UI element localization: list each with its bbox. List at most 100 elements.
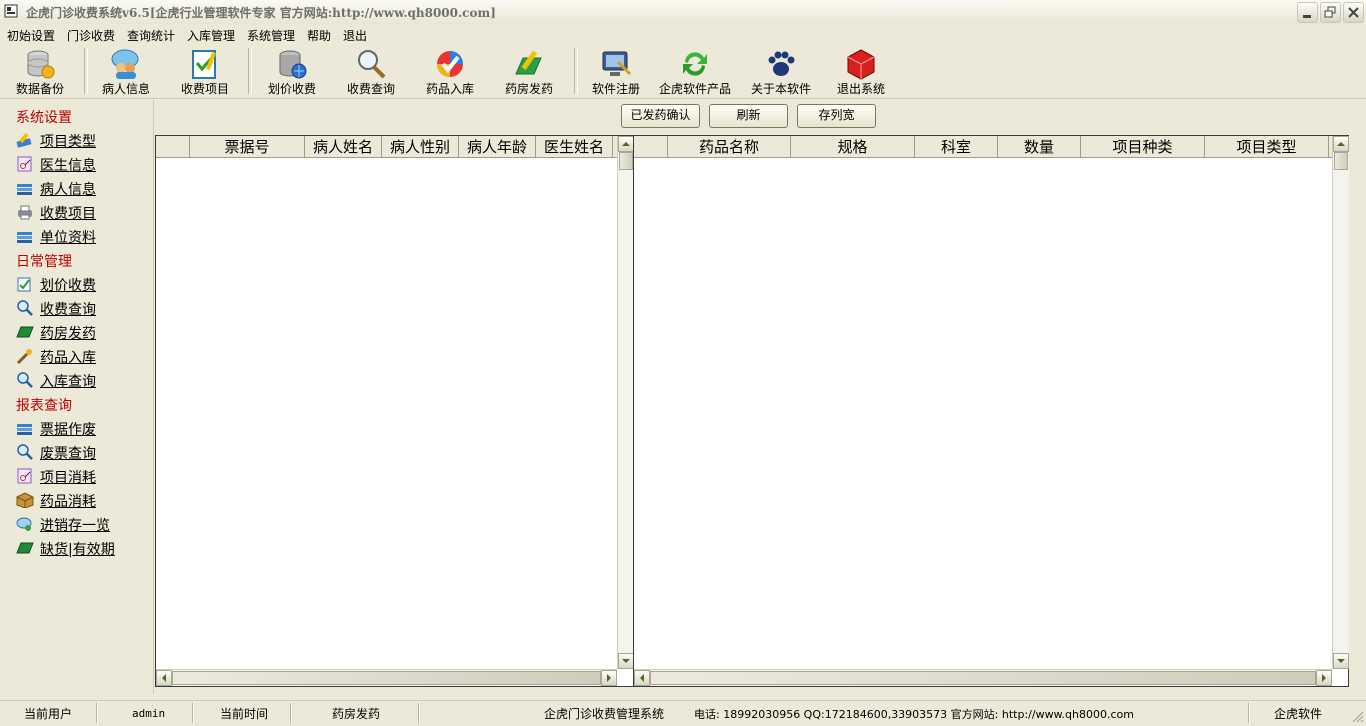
scroll-up-icon[interactable] — [1333, 136, 1349, 152]
sidebar-item-label: 药品入库 — [40, 350, 96, 366]
status-user-label: 当前用户 — [24, 707, 73, 721]
status-separator — [418, 703, 420, 723]
column-patient-name[interactable]: 病人姓名 — [305, 136, 382, 157]
save-column-width-button[interactable]: 存列宽 — [797, 104, 876, 128]
toolbar-register-button[interactable]: 软件注册 — [578, 46, 654, 96]
scroll-right-icon[interactable] — [1316, 670, 1332, 686]
column-item-type[interactable]: 项目类型 — [1205, 136, 1329, 157]
scroll-right-icon[interactable] — [601, 670, 617, 686]
scroll-thumb[interactable] — [619, 152, 633, 170]
minimize-button[interactable] — [1297, 2, 1318, 23]
sidebar-item-label: 废票查询 — [40, 446, 96, 462]
toolbar: 数据备份 病人信息 收费项目 划价收费 收费查询 药品入库 药房发药 软件注册 … — [0, 44, 1366, 99]
horizontal-scrollbar[interactable] — [156, 669, 617, 686]
sidebar-item-label: 项目消耗 — [40, 470, 96, 486]
horizontal-scrollbar[interactable] — [634, 669, 1332, 686]
clipboard-icon — [17, 277, 31, 292]
vertical-scrollbar[interactable] — [1332, 136, 1349, 669]
status-module: 药房发药 — [332, 707, 381, 721]
toolbar-pricing-button[interactable]: 划价收费 — [254, 46, 330, 96]
refresh-icon — [683, 52, 707, 76]
toolbar-charge-query-button[interactable]: 收费查询 — [333, 46, 409, 96]
sidebar-item-label: 入库查询 — [40, 374, 96, 390]
column-patient-gender[interactable]: 病人性别 — [382, 136, 459, 157]
menu-system[interactable]: 系统管理 — [247, 27, 295, 44]
table-header: 票据号 病人姓名 病人性别 病人年龄 医生姓名 — [156, 136, 617, 158]
menu-exit[interactable]: 退出 — [343, 27, 367, 44]
magnifier-icon — [17, 444, 33, 460]
toolbar-backup-button[interactable]: 数据备份 — [2, 46, 78, 96]
table-header: 药品名称 规格 科室 数量 项目种类 项目类型 — [634, 136, 1332, 158]
sidebar-item-label: 收费项目 — [40, 206, 96, 222]
scroll-down-icon[interactable] — [1333, 653, 1349, 669]
scroll-left-icon[interactable] — [156, 670, 172, 686]
drug-detail-table[interactable]: 药品名称 规格 科室 数量 项目种类 项目类型 — [633, 135, 1349, 687]
column-patient-age[interactable]: 病人年龄 — [459, 136, 536, 157]
scroll-down-icon[interactable] — [618, 653, 634, 669]
column-drug-name[interactable]: 药品名称 — [668, 136, 791, 157]
menu-stock-in[interactable]: 入库管理 — [187, 27, 235, 44]
magnifier-icon — [358, 50, 386, 79]
status-separator — [96, 703, 98, 723]
vertical-scrollbar[interactable] — [617, 136, 634, 669]
box-icon — [16, 492, 34, 508]
scroll-thumb[interactable] — [172, 671, 601, 685]
status-contact: 电话: 18992030956 QQ:172184600,33903573 官方… — [694, 708, 1134, 721]
restore-icon — [1324, 6, 1336, 18]
column-doctor-name[interactable]: 医生姓名 — [536, 136, 613, 157]
close-icon — [1348, 7, 1359, 18]
maximize-button[interactable] — [1320, 2, 1341, 23]
toolbar-patient-info-button[interactable]: 病人信息 — [88, 46, 164, 96]
menu-help[interactable]: 帮助 — [307, 27, 331, 44]
scroll-thumb[interactable] — [650, 671, 1316, 685]
column-indicator — [634, 136, 668, 157]
receipt-table[interactable]: 票据号 病人姓名 病人性别 病人年龄 医生姓名 — [155, 135, 634, 687]
scroll-up-icon[interactable] — [618, 136, 634, 152]
toolbar-label: 数据备份 — [15, 82, 64, 96]
toolbar-pharmacy-dispense-button[interactable]: 药房发药 — [491, 46, 567, 96]
toolbar-products-button[interactable]: 企虎软件产品 — [657, 46, 733, 96]
column-item-category[interactable]: 项目种类 — [1081, 136, 1205, 157]
minimize-icon — [1303, 15, 1311, 18]
menu-outpatient-billing[interactable]: 门诊收费 — [67, 27, 115, 44]
toolbar-exit-button[interactable]: 退出系统 — [823, 46, 899, 96]
clipboard-check-icon — [192, 50, 217, 79]
scroll-thumb[interactable] — [1334, 152, 1348, 170]
sidebar-item-label: 项目类型 — [40, 134, 96, 150]
resize-grip-icon[interactable] — [1350, 709, 1364, 723]
toolbar-drug-stock-in-button[interactable]: 药品入库 — [412, 46, 488, 96]
column-quantity[interactable]: 数量 — [998, 136, 1081, 157]
confirm-dispensed-button[interactable]: 已发药确认 — [621, 104, 700, 128]
status-system-name: 企虎门诊收费管理系统 — [544, 707, 665, 721]
sidebar-item-label: 单位资料 — [40, 230, 96, 246]
scissors-card-icon — [17, 156, 32, 172]
sidebar-item-label: 票据作废 — [40, 422, 96, 438]
toolbar-label: 关于本软件 — [750, 82, 811, 96]
status-separator — [290, 703, 292, 723]
status-separator — [1248, 703, 1250, 723]
sidebar-item-label: 医生信息 — [40, 158, 96, 174]
folder-pencil-icon — [515, 50, 542, 75]
window-title: 企虎门诊收费系统v6.5[企虎行业管理软件专家 官方网站:http://www.… — [26, 6, 496, 20]
scroll-left-icon[interactable] — [634, 670, 650, 686]
toolbar-label: 企虎软件产品 — [658, 82, 731, 96]
green-book-icon — [16, 326, 34, 338]
status-user-value: admin — [132, 707, 166, 720]
menu-query-stats[interactable]: 查询统计 — [127, 27, 175, 44]
toolbar-about-button[interactable]: 关于本软件 — [743, 46, 819, 96]
column-receipt-no[interactable]: 票据号 — [190, 136, 305, 157]
chat-icon — [16, 517, 32, 531]
wand-icon — [16, 349, 32, 364]
sidebar-item-label: 药房发药 — [40, 326, 96, 342]
status-time-label: 当前时间 — [220, 707, 269, 721]
menu-initial-settings[interactable]: 初始设置 — [7, 27, 55, 44]
sidebar-item-label: 进销存一览 — [40, 518, 110, 534]
stack-icon — [17, 424, 32, 435]
printer-icon — [18, 205, 32, 220]
refresh-button[interactable]: 刷新 — [709, 104, 788, 128]
close-button[interactable] — [1343, 2, 1364, 23]
column-department[interactable]: 科室 — [915, 136, 998, 157]
status-company: 企虎软件 — [1274, 707, 1323, 721]
toolbar-charge-items-button[interactable]: 收费项目 — [167, 46, 243, 96]
column-specification[interactable]: 规格 — [791, 136, 915, 157]
